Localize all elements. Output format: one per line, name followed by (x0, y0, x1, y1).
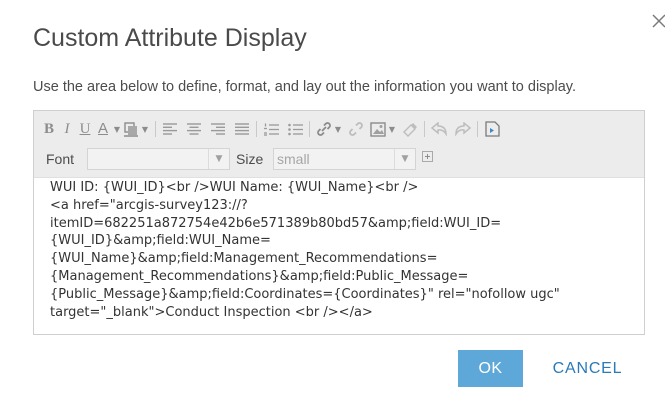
eraser-icon[interactable] (401, 119, 419, 139)
image-dropdown-icon[interactable]: ▼ (387, 119, 397, 139)
bullet-list-icon[interactable] (286, 119, 304, 139)
editor-line: {Management_Recommendations}&amp;field:P… (50, 268, 469, 284)
editor-line: {Public_Message}&amp;field:Coordinates={… (50, 286, 560, 302)
link-dropdown-icon[interactable]: ▼ (333, 119, 343, 139)
undo-icon[interactable] (430, 119, 448, 139)
toolbar-separator (155, 121, 156, 137)
align-center-icon[interactable] (185, 119, 203, 139)
font-color-button[interactable]: A (94, 119, 112, 139)
redo-icon[interactable] (454, 119, 472, 139)
align-right-icon[interactable] (209, 119, 227, 139)
chevron-down-icon: ▼ (208, 149, 229, 169)
editor-text-area[interactable]: WUI ID: {WUI_ID}<br />WUI Name: {WUI_Nam… (50, 179, 630, 321)
toolbar-separator (309, 121, 310, 137)
ok-button[interactable]: OK (458, 350, 523, 387)
link-icon[interactable] (315, 119, 333, 139)
underline-button[interactable]: U (76, 119, 94, 139)
highlight-color-icon[interactable] (122, 119, 140, 139)
close-icon[interactable] (648, 10, 665, 30)
toolbar-row-formatting: B I U A ▼ ▼ ▼ ▼ (40, 117, 501, 141)
align-left-icon[interactable] (161, 119, 179, 139)
editor-line: WUI ID: {WUI_ID}<br />WUI Name: {WUI_Nam… (50, 180, 419, 195)
view-source-icon[interactable] (483, 119, 501, 139)
font-color-dropdown-icon[interactable]: ▼ (112, 119, 122, 139)
editor-line: {WUI_Name}&amp;field:Management_Recommen… (50, 251, 438, 267)
bold-button[interactable]: B (40, 119, 58, 139)
numbered-list-icon[interactable] (262, 119, 280, 139)
chevron-down-icon: ▼ (394, 149, 415, 169)
cancel-button[interactable]: CANCEL (545, 350, 630, 387)
toolbar-separator (477, 121, 478, 137)
toolbar-row-font: Font ▼ Size small ▼ (34, 147, 644, 171)
expand-toolbar-icon[interactable] (422, 151, 433, 162)
editor-line: target="_blank">Conduct Inspection <br /… (50, 304, 373, 320)
editor-toolbar: B I U A ▼ ▼ ▼ ▼ Font ▼ Size small ▼ (34, 111, 644, 178)
size-label: Size (236, 151, 264, 167)
editor-line: itemID=682251a872754e42b6e571389b80bd57&… (50, 215, 502, 231)
bold-label: B (43, 120, 54, 137)
size-select-value: small (277, 151, 310, 167)
custom-attribute-dialog: Custom Attribute Display Use the area be… (0, 0, 665, 415)
justify-icon[interactable] (233, 119, 251, 139)
underline-label: U (79, 120, 91, 137)
italic-label: I (64, 120, 70, 137)
font-label: Font (46, 151, 75, 167)
rich-text-editor: B I U A ▼ ▼ ▼ ▼ Font ▼ Size small ▼ WUI … (33, 110, 645, 335)
editor-line: {WUI_ID}&amp;field:WUI_Name= (50, 233, 271, 249)
font-color-label: A (97, 120, 108, 137)
italic-button[interactable]: I (58, 119, 76, 139)
size-select[interactable]: small ▼ (273, 148, 416, 170)
font-select[interactable]: ▼ (87, 148, 230, 170)
unlink-icon[interactable] (347, 119, 365, 139)
toolbar-separator (256, 121, 257, 137)
dialog-title: Custom Attribute Display (33, 24, 307, 52)
toolbar-separator (424, 121, 425, 137)
insert-image-icon[interactable] (369, 119, 387, 139)
highlight-dropdown-icon[interactable]: ▼ (140, 119, 150, 139)
editor-line: <a href="arcgis-survey123://? (50, 197, 248, 213)
dialog-description: Use the area below to define, format, an… (33, 79, 576, 95)
